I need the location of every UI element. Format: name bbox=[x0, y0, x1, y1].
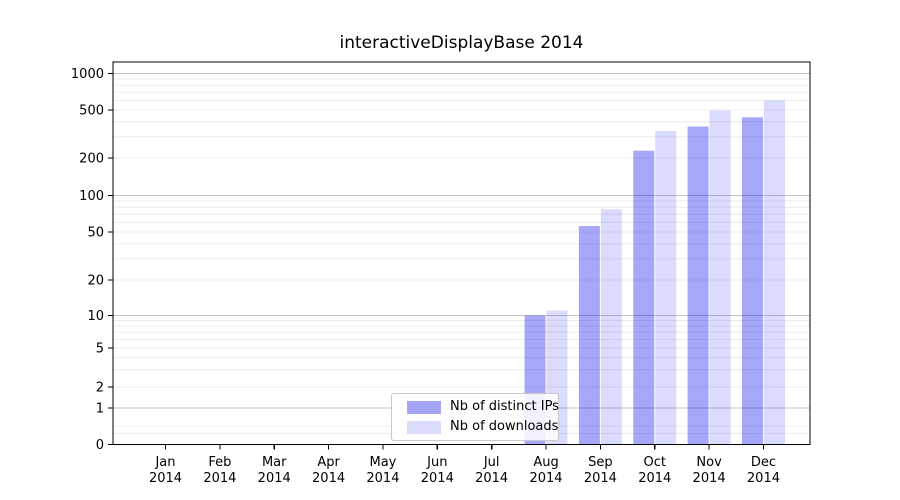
x-axis-tick-label: May2014 bbox=[366, 455, 399, 486]
x-axis-tick-label: Sep2014 bbox=[584, 455, 617, 486]
figure: interactiveDisplayBase 2014 0 1 2 5 10 20 50 10… bbox=[0, 0, 900, 500]
bar-distinct-ips-nov-2014 bbox=[688, 126, 709, 444]
x-axis-tick-label: Jul2014 bbox=[475, 455, 508, 486]
x-axis-tick-label: Jun2014 bbox=[421, 455, 454, 486]
x-axis-tick-label: Oct2014 bbox=[638, 455, 671, 486]
y-axis-tick-label: 10 bbox=[87, 309, 104, 324]
legend-swatch-downloads bbox=[407, 421, 441, 434]
bar-downloads-dec-2014 bbox=[764, 100, 785, 444]
y-axis-tick-label: 1000 bbox=[71, 67, 104, 82]
y-axis-tick-label: 5 bbox=[96, 342, 104, 357]
legend-label-distinct-ips: Nb of distinct IPs bbox=[450, 400, 559, 414]
bar-distinct-ips-oct-2014 bbox=[633, 151, 654, 445]
x-axis-tick-label: Feb2014 bbox=[203, 455, 236, 486]
y-axis-tick-label: 100 bbox=[79, 189, 104, 204]
bar-downloads-oct-2014 bbox=[655, 131, 676, 445]
x-axis-tick-label: Mar2014 bbox=[258, 455, 291, 486]
y-axis-tick-label: 0 bbox=[96, 438, 104, 453]
y-axis-tick-label: 50 bbox=[87, 226, 104, 241]
bar-distinct-ips-sep-2014 bbox=[579, 226, 600, 444]
chart-title: interactiveDisplayBase 2014 bbox=[113, 33, 810, 53]
x-axis-tick-label: Dec2014 bbox=[747, 455, 780, 486]
bar-downloads-sep-2014 bbox=[601, 209, 622, 444]
y-axis-tick-label: 500 bbox=[79, 104, 104, 119]
y-axis-tick-label: 20 bbox=[87, 274, 104, 289]
legend: Nb of distinct IPs Nb of downloads bbox=[391, 393, 559, 441]
x-axis-tick-label: Jan2014 bbox=[149, 455, 182, 486]
legend-item-distinct-ips: Nb of distinct IPs bbox=[407, 400, 550, 414]
x-axis-tick-label: Apr2014 bbox=[312, 455, 345, 486]
legend-item-downloads: Nb of downloads bbox=[407, 420, 550, 434]
y-axis-tick-label: 2 bbox=[96, 381, 104, 396]
legend-label-downloads: Nb of downloads bbox=[450, 420, 558, 434]
bar-downloads-nov-2014 bbox=[710, 111, 731, 445]
y-axis-tick-label: 200 bbox=[79, 152, 104, 167]
y-axis-tick-label: 1 bbox=[96, 402, 104, 417]
x-axis-tick-label: Nov2014 bbox=[693, 455, 726, 486]
bar-distinct-ips-dec-2014 bbox=[742, 117, 763, 444]
x-axis-tick-label: Aug2014 bbox=[529, 455, 562, 486]
legend-swatch-distinct-ips bbox=[407, 401, 441, 414]
